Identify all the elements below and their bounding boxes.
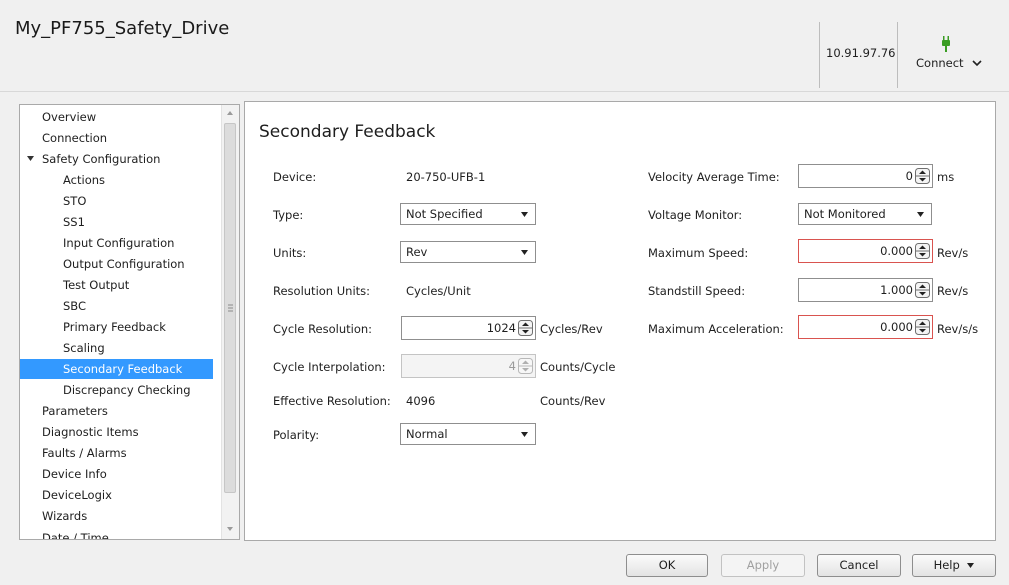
polarity-select-value: Normal [406, 427, 448, 441]
nav-item-discrepancy-checking[interactable]: Discrepancy Checking [20, 380, 213, 400]
nav-item-overview[interactable]: Overview [20, 107, 238, 127]
page-title: Secondary Feedback [259, 122, 436, 142]
nav-item-faults-alarms[interactable]: Faults / Alarms [20, 443, 238, 463]
maximum-speed-unit: Rev/s [937, 246, 969, 260]
expand-arrow-icon[interactable] [27, 156, 34, 162]
spinner-icon[interactable] [915, 168, 930, 184]
cycle-interpolation-value: 4 [508, 359, 516, 373]
cycle-interpolation-label: Cycle Interpolation: [273, 360, 386, 374]
nav-item-parameters[interactable]: Parameters [20, 401, 238, 421]
nav-item-wizards[interactable]: Wizards [20, 506, 238, 526]
nav-item-devicelogix[interactable]: DeviceLogix [20, 485, 238, 505]
chevron-down-icon [972, 60, 982, 67]
maximum-acceleration-value: 0.000 [880, 320, 913, 334]
nav-scrollbar[interactable] [221, 105, 239, 539]
cycle-resolution-input[interactable]: 1024 [401, 316, 536, 340]
resolution-units-value: Cycles/Unit [406, 284, 471, 298]
nav-item-scaling[interactable]: Scaling [20, 338, 213, 358]
cycle-interpolation-input: 4 [401, 354, 536, 378]
help-button[interactable]: Help [912, 554, 996, 577]
spinner-icon[interactable] [518, 320, 533, 336]
dropdown-arrow-icon [521, 212, 528, 217]
nav-item-ss1[interactable]: SS1 [20, 212, 213, 232]
cycle-interpolation-unit: Counts/Cycle [540, 360, 616, 374]
velocity-average-time-unit: ms [937, 170, 955, 184]
scroll-thumb[interactable] [224, 123, 236, 493]
velocity-average-time-label: Velocity Average Time: [648, 170, 780, 184]
nav-item-primary-feedback[interactable]: Primary Feedback [20, 317, 213, 337]
standstill-speed-label: Standstill Speed: [648, 284, 746, 298]
cancel-button[interactable]: Cancel [817, 554, 901, 577]
scroll-down-icon[interactable] [226, 525, 234, 533]
type-label: Type: [273, 208, 304, 222]
cycle-resolution-unit: Cycles/Rev [540, 322, 603, 336]
plug-icon [942, 36, 950, 52]
nav-item-safety-configuration[interactable]: Safety Configuration [20, 149, 238, 169]
apply-button: Apply [721, 554, 805, 577]
grip-icon [228, 304, 233, 312]
nav-item-actions[interactable]: Actions [20, 170, 213, 190]
connect-button[interactable]: Connect [910, 36, 988, 82]
device-label: Device: [273, 170, 317, 184]
velocity-average-time-value: 0 [905, 169, 913, 183]
nav-item-secondary-feedback[interactable]: Secondary Feedback [20, 359, 213, 379]
dropdown-arrow-icon [917, 212, 924, 217]
nav-item-input-configuration[interactable]: Input Configuration [20, 233, 213, 253]
header-divider [819, 22, 820, 88]
header-divider [897, 22, 898, 88]
voltage-monitor-label: Voltage Monitor: [648, 208, 743, 222]
maximum-acceleration-label: Maximum Acceleration: [648, 322, 784, 336]
content-panel: Secondary Feedback Device: 20-750-UFB-1 … [244, 101, 996, 541]
standstill-speed-input[interactable]: 1.000 [798, 278, 933, 302]
standstill-speed-value: 1.000 [880, 283, 913, 297]
standstill-speed-unit: Rev/s [937, 284, 969, 298]
velocity-average-time-input[interactable]: 0 [798, 164, 933, 188]
nav-item-sto[interactable]: STO [20, 191, 213, 211]
connect-label: Connect [916, 56, 964, 70]
polarity-select[interactable]: Normal [400, 423, 536, 445]
nav-item-date-time[interactable]: Date / Time [20, 528, 238, 539]
units-select-value: Rev [406, 245, 428, 259]
spinner-icon [518, 358, 533, 374]
ip-address: 10.91.97.76 [826, 46, 896, 60]
spinner-icon[interactable] [915, 282, 930, 298]
effective-resolution-label: Effective Resolution: [273, 394, 391, 408]
polarity-label: Polarity: [273, 428, 320, 442]
device-value: 20-750-UFB-1 [406, 170, 486, 184]
dropdown-arrow-icon [521, 250, 528, 255]
maximum-speed-input[interactable]: 0.000 [798, 239, 933, 263]
maximum-speed-label: Maximum Speed: [648, 246, 749, 260]
effective-resolution-value: 4096 [406, 394, 436, 408]
voltage-monitor-select-value: Not Monitored [804, 207, 886, 221]
nav-item-test-output[interactable]: Test Output [20, 275, 213, 295]
nav-item-diagnostic-items[interactable]: Diagnostic Items [20, 422, 238, 442]
spinner-icon[interactable] [915, 243, 930, 259]
nav-item-label: Safety Configuration [42, 152, 161, 166]
app-title: My_PF755_Safety_Drive [15, 18, 230, 39]
dropdown-arrow-icon [521, 432, 528, 437]
nav-item-output-configuration[interactable]: Output Configuration [20, 254, 213, 274]
dropdown-arrow-icon [967, 563, 975, 568]
maximum-speed-value: 0.000 [880, 244, 913, 258]
maximum-acceleration-unit: Rev/s/s [937, 322, 979, 336]
navigation-tree: Overview Connection Safety Configuration… [19, 104, 240, 540]
scroll-up-icon[interactable] [226, 109, 234, 117]
nav-item-device-info[interactable]: Device Info [20, 464, 238, 484]
header-bar: My_PF755_Safety_Drive 10.91.97.76 Connec… [0, 0, 1009, 92]
cycle-resolution-label: Cycle Resolution: [273, 322, 373, 336]
help-label: Help [933, 558, 960, 572]
maximum-acceleration-input[interactable]: 0.000 [798, 315, 933, 339]
type-select-value: Not Specified [406, 207, 483, 221]
ok-button[interactable]: OK [626, 554, 708, 577]
nav-item-connection[interactable]: Connection [20, 128, 238, 148]
voltage-monitor-select[interactable]: Not Monitored [798, 203, 932, 225]
units-label: Units: [273, 246, 307, 260]
cycle-resolution-value: 1024 [486, 321, 516, 335]
type-select[interactable]: Not Specified [400, 203, 536, 225]
spinner-icon[interactable] [915, 319, 930, 335]
nav-item-sbc[interactable]: SBC [20, 296, 213, 316]
resolution-units-label: Resolution Units: [273, 284, 371, 298]
units-select[interactable]: Rev [400, 241, 536, 263]
effective-resolution-unit: Counts/Rev [540, 394, 606, 408]
